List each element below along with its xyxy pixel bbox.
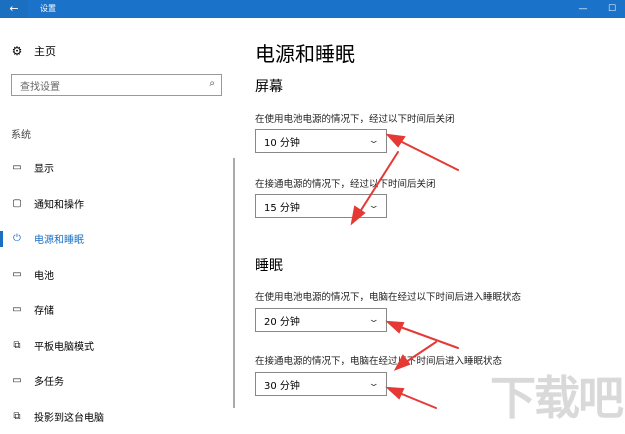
watermark-logo: 下载吧	[490, 362, 622, 428]
annotation-arrowhead	[388, 322, 403, 332]
annotation-arrowhead	[388, 388, 403, 398]
annotation-arrow	[356, 152, 398, 218]
annotation-arrowhead	[388, 135, 404, 146]
annotation-arrowhead	[396, 356, 409, 369]
